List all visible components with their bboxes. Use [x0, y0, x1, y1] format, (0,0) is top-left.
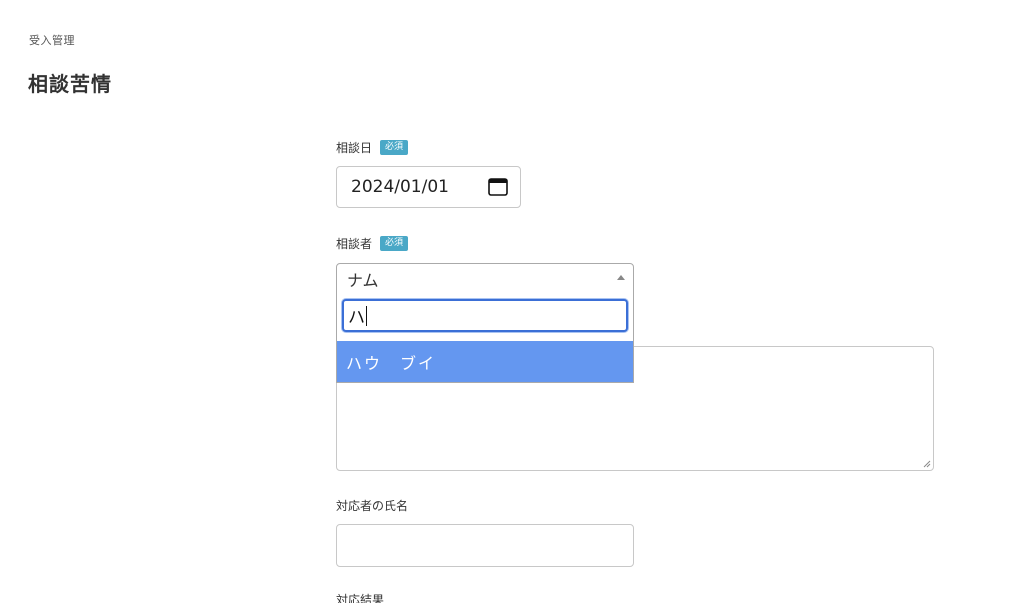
responder-name-input[interactable] [336, 524, 634, 567]
consultant-option[interactable]: ハウ ブイ [337, 341, 633, 382]
consultant-select[interactable]: ナム [336, 263, 634, 294]
page: 受入管理 相談苦情 相談日 必須 2024/01/01 相談者 必須 ナム ハ … [0, 0, 1024, 603]
consultation-date-value: 2024/01/01 [351, 177, 449, 197]
required-badge: 必須 [380, 236, 409, 251]
required-badge: 必須 [380, 140, 409, 155]
text-cursor [366, 305, 367, 326]
consultant-selected-value: ナム [347, 270, 379, 290]
calendar-icon[interactable] [488, 177, 508, 196]
responder-name-label: 対応者の氏名 [336, 497, 408, 514]
response-result-label-text: 対応結果 [336, 593, 385, 603]
resize-grip-icon[interactable] [923, 460, 931, 468]
consultation-date-label: 相談日 必須 [336, 139, 409, 156]
consultant-label: 相談者 必須 [336, 235, 409, 252]
caret-up-icon [617, 275, 625, 280]
breadcrumb[interactable]: 受入管理 [29, 32, 75, 48]
consultation-date-input[interactable]: 2024/01/01 [336, 166, 521, 208]
consultant-search-value: ハ [348, 308, 365, 328]
responder-name-label-text: 対応者の氏名 [336, 499, 409, 513]
consultant-dropdown: ハ ハウ ブイ [336, 293, 634, 383]
consultation-date-label-text: 相談日 [336, 141, 373, 155]
consultant-label-text: 相談者 [336, 237, 373, 251]
response-result-label: 対応結果 [336, 591, 384, 603]
page-title: 相談苦情 [28, 72, 112, 96]
consultant-search-input[interactable]: ハ [342, 299, 628, 332]
